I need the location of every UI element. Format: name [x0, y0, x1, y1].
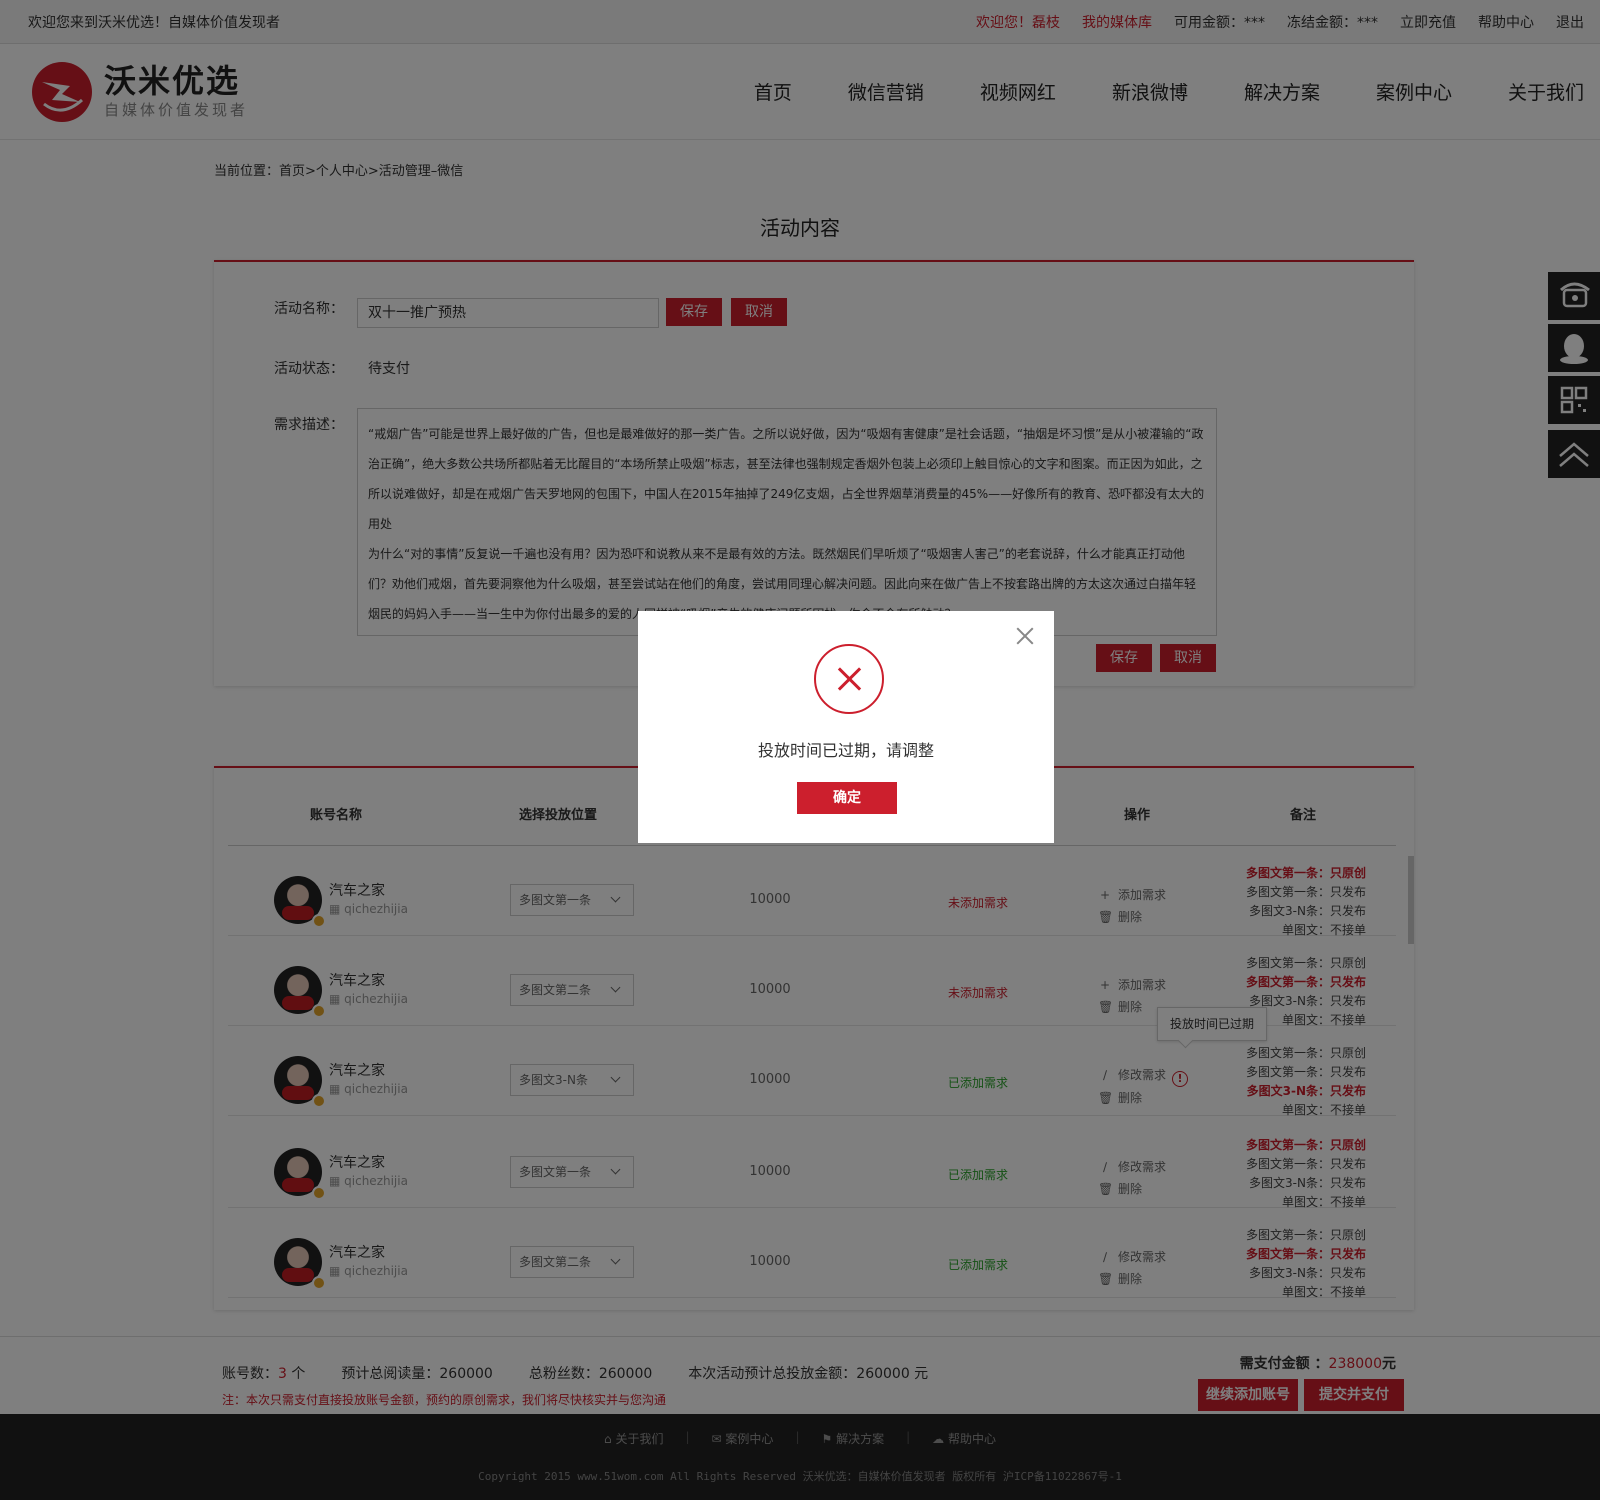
error-x-icon	[814, 644, 884, 714]
error-dialog: 投放时间已过期，请调整 确定	[638, 611, 1054, 843]
confirm-button[interactable]: 确定	[797, 782, 897, 814]
close-icon[interactable]	[1014, 625, 1036, 647]
dialog-message: 投放时间已过期，请调整	[757, 741, 934, 760]
